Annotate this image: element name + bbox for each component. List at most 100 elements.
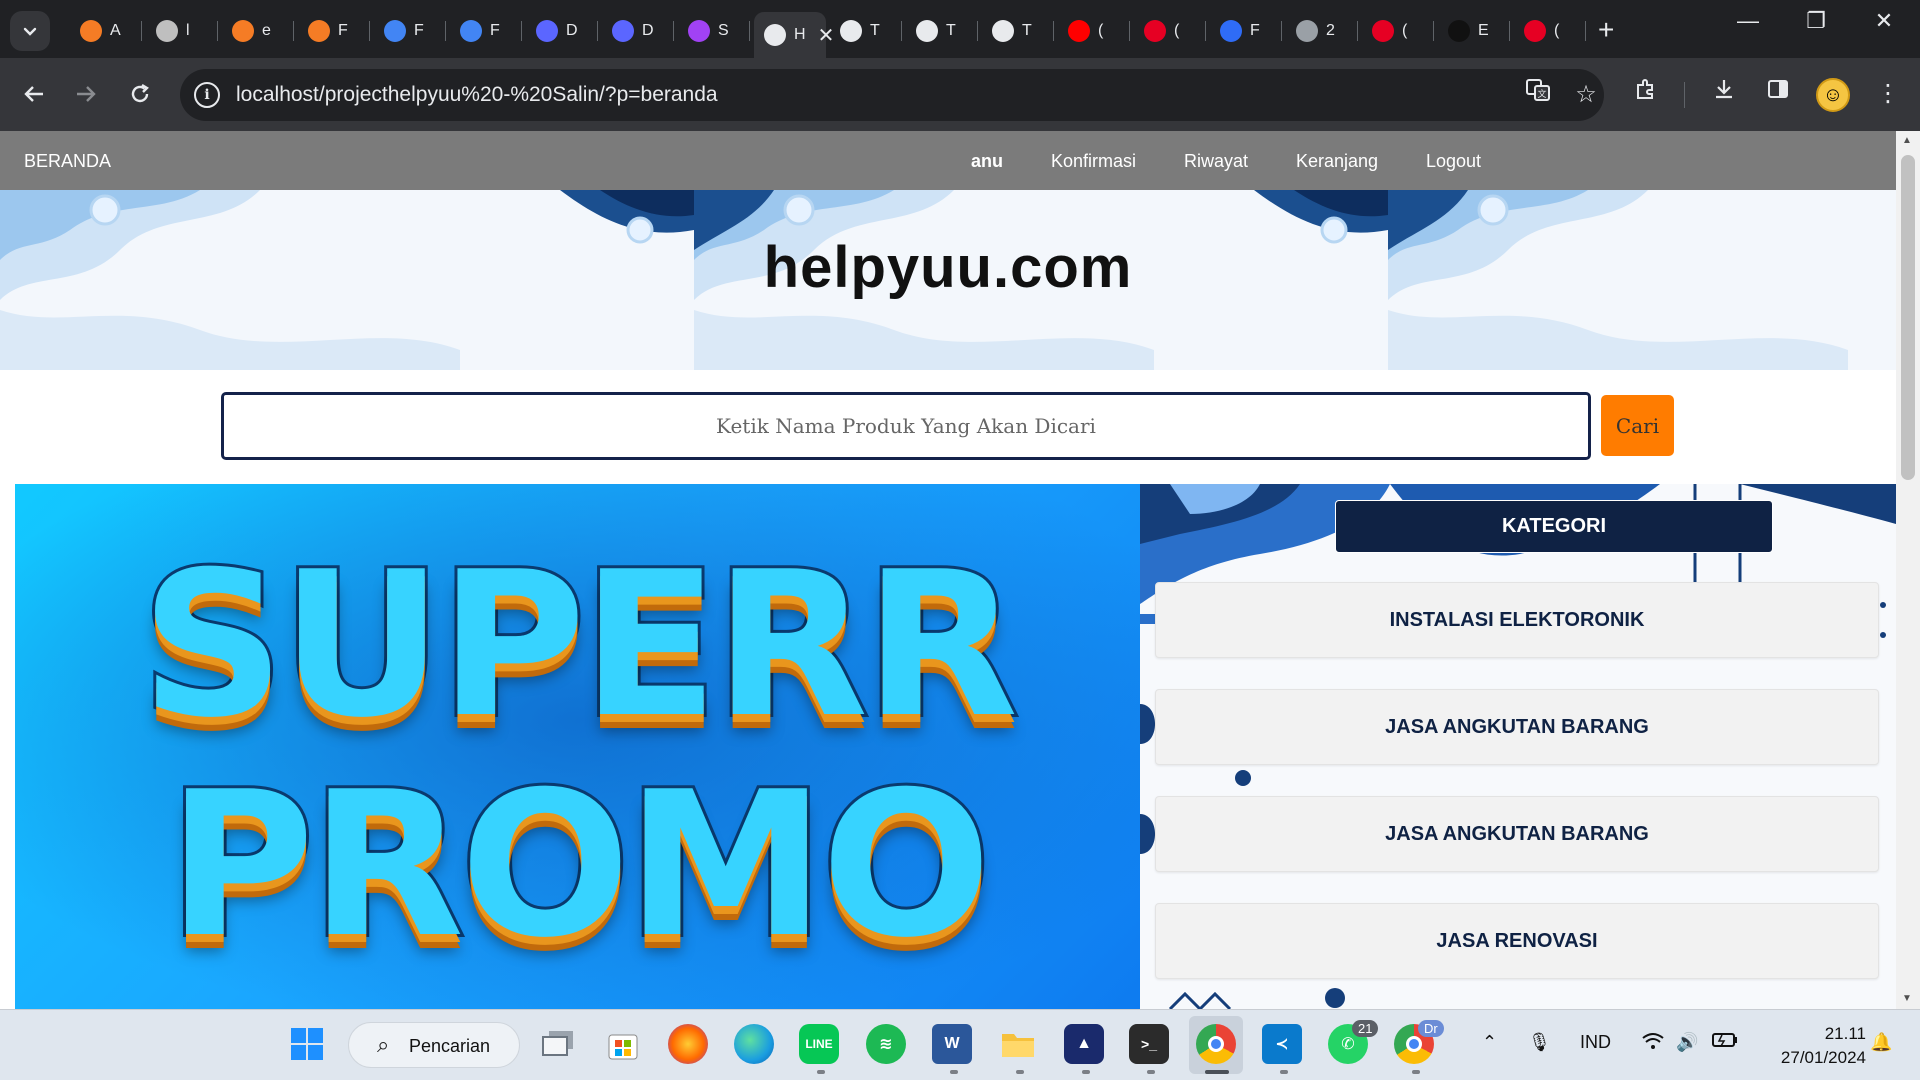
spotify-icon[interactable]: ≋	[866, 1024, 906, 1064]
browser-tab[interactable]: S	[678, 12, 750, 50]
tab-separator	[1509, 21, 1510, 41]
tab-title: e	[262, 22, 271, 39]
browser-tab[interactable]: H ✕	[754, 12, 834, 58]
scroll-up-arrow-icon[interactable]: ▲	[1902, 135, 1912, 146]
category-item[interactable]: JASA RENOVASI	[1155, 903, 1879, 979]
browser-tab[interactable]: F	[450, 12, 522, 50]
address-bar[interactable]: i localhost/projecthelpyuu%20-%20Salin/?…	[180, 69, 1604, 121]
chrome-icon[interactable]	[1196, 1024, 1236, 1064]
downloads-icon[interactable]	[1706, 76, 1742, 112]
more-menu-icon[interactable]: ⋮	[1870, 76, 1906, 112]
taskbar-search[interactable]: ⌕ Pencarian	[348, 1022, 520, 1068]
extensions-icon[interactable]	[1628, 76, 1664, 112]
minimize-button[interactable]: —	[1718, 8, 1778, 34]
category-item[interactable]: JASA ANGKUTAN BARANG	[1155, 689, 1879, 765]
vpn-app-icon[interactable]: ▲	[1064, 1024, 1104, 1064]
microphone-icon[interactable]: 🎙	[1528, 1032, 1551, 1053]
search-button[interactable]: Cari	[1601, 395, 1674, 456]
tab-search-button[interactable]	[10, 11, 50, 51]
browser-tab[interactable]: F	[298, 12, 370, 50]
profile-avatar[interactable]: ☺	[1816, 78, 1850, 112]
nav-item-logout[interactable]: Logout	[1426, 151, 1481, 172]
browser-tab[interactable]: 2	[1286, 12, 1358, 50]
browser-tab[interactable]: (	[1134, 12, 1206, 50]
promo-line-1: SUPERR	[138, 526, 1022, 765]
task-view-icon[interactable]	[538, 1024, 578, 1064]
input-language[interactable]: IND	[1580, 1032, 1611, 1053]
scrollbar-thumb[interactable]	[1901, 155, 1915, 480]
restore-button[interactable]: ❐	[1786, 8, 1846, 34]
toolbar-divider	[1684, 82, 1685, 108]
tray-overflow-chevron-icon[interactable]: ⌃	[1482, 1032, 1497, 1053]
scroll-down-arrow-icon[interactable]: ▼	[1902, 993, 1912, 1004]
file-explorer-icon[interactable]	[998, 1024, 1038, 1064]
bookmark-star-icon[interactable]: ☆	[1568, 77, 1604, 113]
edge-icon[interactable]	[734, 1024, 774, 1064]
category-item[interactable]: JASA ANGKUTAN BARANG	[1155, 796, 1879, 872]
page-scrollbar[interactable]: ▲ ▼	[1896, 131, 1920, 1009]
vscode-icon[interactable]: ≺	[1262, 1024, 1302, 1064]
browser-tab[interactable]: (	[1362, 12, 1434, 50]
tab-title: T	[870, 22, 880, 39]
page-viewport: BERANDA anu Konfirmasi Riwayat Keranjang…	[0, 131, 1896, 1009]
notification-bell-icon[interactable]: 🔔	[1870, 1032, 1892, 1053]
search-section: Cari	[0, 370, 1896, 460]
product-search-input[interactable]	[221, 392, 1591, 460]
tab-separator	[217, 21, 218, 41]
whatsapp-notification-badge: 21	[1352, 1020, 1379, 1037]
side-panel-glyph-icon	[1768, 80, 1788, 98]
browser-tab[interactable]: (	[1058, 12, 1130, 50]
system-clock[interactable]: 21.11 27/01/2024	[1756, 1022, 1866, 1070]
nav-item-user[interactable]: anu	[971, 151, 1003, 172]
battery-icon[interactable]	[1712, 1032, 1738, 1053]
back-button[interactable]	[16, 76, 52, 112]
promo-banner[interactable]: SUPERR PROMO	[15, 484, 1140, 1009]
browser-tab[interactable]: e	[222, 12, 294, 50]
wifi-icon[interactable]	[1642, 1032, 1664, 1055]
nav-brand-beranda[interactable]: BERANDA	[24, 151, 111, 172]
browser-tab[interactable]: E	[1438, 12, 1510, 50]
terminal-icon[interactable]: >_	[1129, 1024, 1169, 1064]
chrome-center-icon	[1406, 1036, 1422, 1052]
tab-favicon-icon	[232, 20, 254, 42]
app-running-indicator	[1082, 1070, 1090, 1074]
url-text[interactable]: localhost/projecthelpyuu%20-%20Salin/?p=…	[236, 83, 718, 107]
reload-button[interactable]	[122, 76, 158, 112]
start-button[interactable]	[287, 1024, 327, 1064]
tab-favicon-icon	[764, 24, 786, 46]
browser-tab[interactable]: F	[1210, 12, 1282, 50]
browser-tab[interactable]: l	[146, 12, 218, 50]
browser-tab[interactable]: T	[982, 12, 1054, 50]
word-icon[interactable]: W	[932, 1024, 972, 1064]
new-tab-button[interactable]: +	[1598, 14, 1614, 46]
browser-tab[interactable]: T	[906, 12, 978, 50]
side-panel-icon[interactable]	[1760, 76, 1796, 112]
microsoft-store-icon[interactable]	[603, 1024, 643, 1064]
category-item[interactable]: INSTALASI ELEKTORONIK	[1155, 582, 1879, 658]
line-app-icon[interactable]: LINE	[799, 1024, 839, 1064]
tab-separator	[1281, 21, 1282, 41]
nav-item-keranjang[interactable]: Keranjang	[1296, 151, 1378, 172]
forward-button[interactable]	[68, 76, 104, 112]
close-window-button[interactable]: ✕	[1854, 8, 1914, 34]
browser-tab[interactable]: D	[602, 12, 674, 50]
nav-item-riwayat[interactable]: Riwayat	[1184, 151, 1248, 172]
site-info-icon[interactable]: i	[194, 82, 220, 108]
tab-title: D	[642, 22, 654, 39]
firefox-icon[interactable]	[668, 1024, 708, 1064]
browser-tab[interactable]: D	[526, 12, 598, 50]
windows-logo-icon	[291, 1028, 323, 1060]
volume-icon[interactable]: 🔊	[1676, 1032, 1698, 1053]
browser-tab[interactable]: T	[830, 12, 902, 50]
tab-separator	[293, 21, 294, 41]
tab-separator	[1433, 21, 1434, 41]
translate-icon[interactable]: 文	[1520, 77, 1556, 113]
tab-favicon-icon	[156, 20, 178, 42]
browser-tab[interactable]: F	[374, 12, 446, 50]
chrome-profile-badge: Dr	[1418, 1020, 1444, 1037]
nav-item-konfirmasi[interactable]: Konfirmasi	[1051, 151, 1136, 172]
tab-favicon-icon	[688, 20, 710, 42]
browser-tab[interactable]: (	[1514, 12, 1586, 50]
chevron-down-icon	[23, 27, 37, 36]
browser-tab[interactable]: A	[70, 12, 142, 50]
